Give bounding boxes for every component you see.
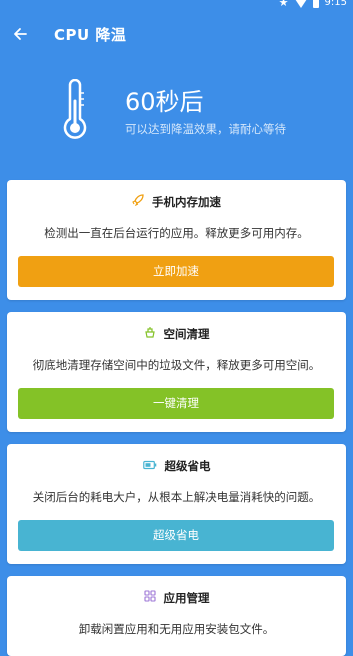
card-memory-boost: 手机内存加速 检测出一直在后台运行的应用。释放更多可用内存。 立即加速 [7,180,346,300]
card-title-label: 应用管理 [163,591,210,605]
back-arrow-icon [14,28,27,40]
card-title-label: 超级省电 [164,459,211,473]
apps-icon [143,590,156,605]
status-time: 9:15 [324,0,347,8]
thermometer-icon [63,79,87,139]
rocket-icon [132,194,144,209]
card-description: 卸载闲置应用和无用应用安装包文件。 [78,622,275,636]
broom-icon [144,326,156,341]
card-power-saving: 超级省电 关闭后台的耗电大户，从根本上解决电量消耗快的问题。 超级省电 [7,444,346,564]
hero-subtitle: 可以达到降温效果，请耐心等待 [125,122,286,136]
battery-status-icon [312,0,319,8]
card-description: 彻底地清理存储空间中的垃圾文件，释放更多可用空间。 [32,358,321,372]
card-space-clean: 空间清理 彻底地清理存储空间中的垃圾文件，释放更多可用空间。 一键清理 [7,312,346,432]
one-click-clean-button[interactable]: 一键清理 [18,388,334,419]
countdown-text: 60秒后 [125,88,204,116]
toolbar: CPU 降温 [0,18,353,52]
wifi-icon [294,0,307,8]
hero-section: 60秒后 可以达到降温效果，请耐心等待 [0,75,353,145]
card-title-label: 手机内存加速 [152,195,221,209]
battery-icon [142,459,157,473]
star-icon: ★ [278,0,289,9]
card-app-management: 应用管理 卸载闲置应用和无用应用安装包文件。 [7,576,346,656]
page-title: CPU 降温 [54,26,127,44]
card-description: 关闭后台的耗电大户，从根本上解决电量消耗快的问题。 [32,490,321,504]
card-description: 检测出一直在后台运行的应用。释放更多可用内存。 [44,226,309,240]
card-title-label: 空间清理 [163,327,210,341]
boost-now-button[interactable]: 立即加速 [18,256,334,287]
back-button[interactable] [9,23,31,45]
super-power-save-button[interactable]: 超级省电 [18,520,334,551]
status-bar: ★ 9:15 [0,0,353,10]
